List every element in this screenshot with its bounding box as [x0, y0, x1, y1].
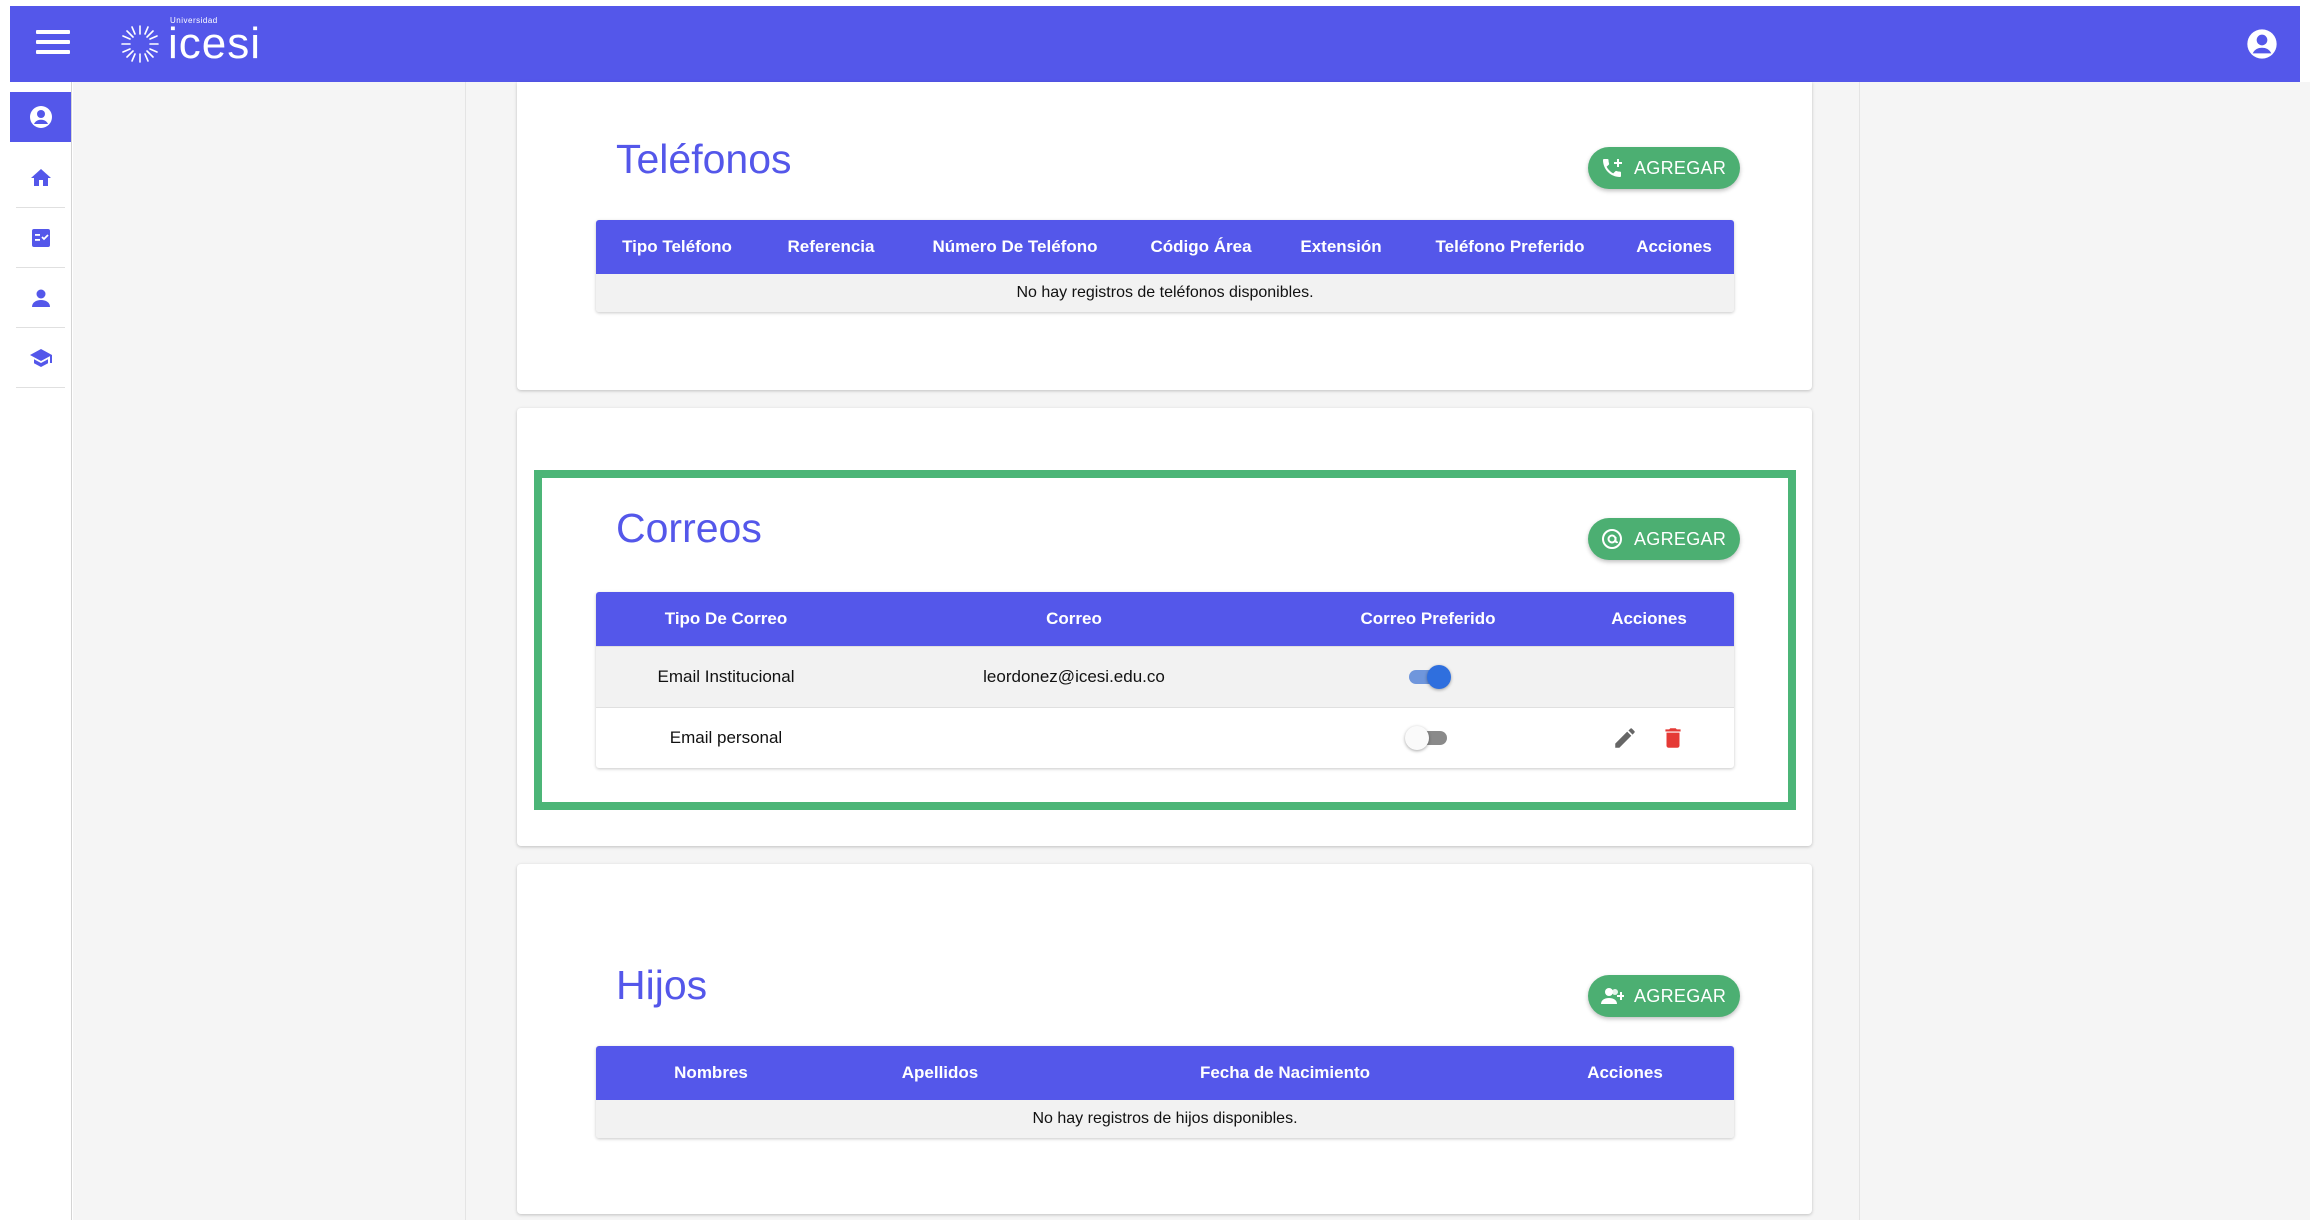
- icesi-logo[interactable]: Universidad icesi: [118, 16, 262, 70]
- emails-table: Tipo De Correo Correo Correo Preferido A…: [596, 592, 1734, 768]
- column-header[interactable]: Número De Teléfono: [904, 237, 1126, 257]
- sidebar-item-person[interactable]: [16, 268, 65, 328]
- email-type-cell: Email personal: [669, 728, 783, 747]
- phones-table: Tipo Teléfono Referencia Número De Teléf…: [596, 220, 1734, 312]
- sidebar-item-education[interactable]: [16, 328, 65, 388]
- edit-email-button[interactable]: [1609, 722, 1641, 754]
- person-add-icon: [1601, 988, 1624, 1004]
- email-type-cell: Email Institucional: [657, 667, 795, 686]
- phone-plus-icon: [1603, 159, 1622, 177]
- table-row[interactable]: Email Institucional leordonez@icesi.edu.…: [596, 646, 1734, 707]
- table-row[interactable]: Email personal: [596, 707, 1734, 768]
- column-header[interactable]: Acciones: [1516, 1063, 1734, 1083]
- column-header[interactable]: Acciones: [1564, 609, 1734, 629]
- preferred-email-toggle[interactable]: [1405, 726, 1451, 750]
- column-header[interactable]: Fecha de Nacimiento: [1054, 1063, 1516, 1083]
- at-sign-icon: [1602, 529, 1622, 549]
- delete-email-button[interactable]: [1657, 722, 1689, 754]
- top-app-bar: Universidad icesi: [10, 6, 2300, 82]
- sidebar-item-tasks[interactable]: [16, 208, 65, 268]
- add-email-label: AGREGAR: [1634, 528, 1727, 549]
- column-header[interactable]: Referencia: [758, 237, 904, 257]
- preferred-email-toggle[interactable]: [1405, 665, 1451, 689]
- column-header[interactable]: Extensión: [1276, 237, 1406, 257]
- add-child-label: AGREGAR: [1634, 985, 1727, 1006]
- home-icon: [30, 168, 51, 186]
- add-child-button[interactable]: AGREGAR: [1588, 975, 1741, 1017]
- add-email-button[interactable]: AGREGAR: [1588, 518, 1741, 560]
- actions-cell: [1564, 722, 1734, 754]
- children-card: [517, 864, 1812, 1214]
- phones-title: Teléfonos: [616, 136, 792, 182]
- account-circle-icon[interactable]: [2246, 28, 2278, 60]
- hamburger-menu-icon[interactable]: [36, 30, 70, 60]
- column-header[interactable]: Acciones: [1614, 237, 1734, 257]
- children-title: Hijos: [616, 962, 708, 1008]
- sidebar-item-home[interactable]: [16, 148, 65, 208]
- trash-icon: [1665, 728, 1681, 748]
- sidebar-item-profile[interactable]: [10, 92, 71, 142]
- person-icon: [31, 289, 50, 307]
- column-header[interactable]: Teléfono Preferido: [1406, 237, 1614, 257]
- column-header[interactable]: Tipo De Correo: [596, 609, 856, 629]
- account-circle-icon: [29, 106, 52, 128]
- children-empty-message: No hay registros de hijos disponibles.: [596, 1100, 1734, 1138]
- emails-title: Correos: [616, 505, 762, 551]
- emails-table-header: Tipo De Correo Correo Correo Preferido A…: [596, 592, 1734, 646]
- column-header[interactable]: Correo Preferido: [1292, 609, 1564, 629]
- column-header[interactable]: Nombres: [596, 1063, 826, 1083]
- children-table-header: Nombres Apellidos Fecha de Nacimiento Ac…: [596, 1046, 1734, 1100]
- checklist-icon: [31, 228, 50, 247]
- logo-subtitle: Universidad: [170, 16, 218, 25]
- pencil-icon: [1615, 728, 1635, 748]
- column-header[interactable]: Apellidos: [826, 1063, 1054, 1083]
- email-address-cell: leordonez@icesi.edu.co: [983, 667, 1165, 686]
- children-table: Nombres Apellidos Fecha de Nacimiento Ac…: [596, 1046, 1734, 1138]
- column-header[interactable]: Correo: [856, 609, 1292, 629]
- column-header[interactable]: Tipo Teléfono: [596, 237, 758, 257]
- phones-empty-message: No hay registros de teléfonos disponible…: [596, 274, 1734, 312]
- phones-table-header: Tipo Teléfono Referencia Número De Teléf…: [596, 220, 1734, 274]
- sidebar: [10, 82, 72, 1220]
- add-phone-label: AGREGAR: [1634, 157, 1727, 178]
- preferred-cell: [1292, 665, 1564, 689]
- graduation-cap-icon: [29, 348, 52, 367]
- logo-text: icesi: [168, 19, 262, 68]
- add-phone-button[interactable]: AGREGAR: [1588, 147, 1741, 189]
- preferred-cell: [1292, 726, 1564, 750]
- column-header[interactable]: Código Área: [1126, 237, 1276, 257]
- sun-logo-icon: [121, 25, 159, 63]
